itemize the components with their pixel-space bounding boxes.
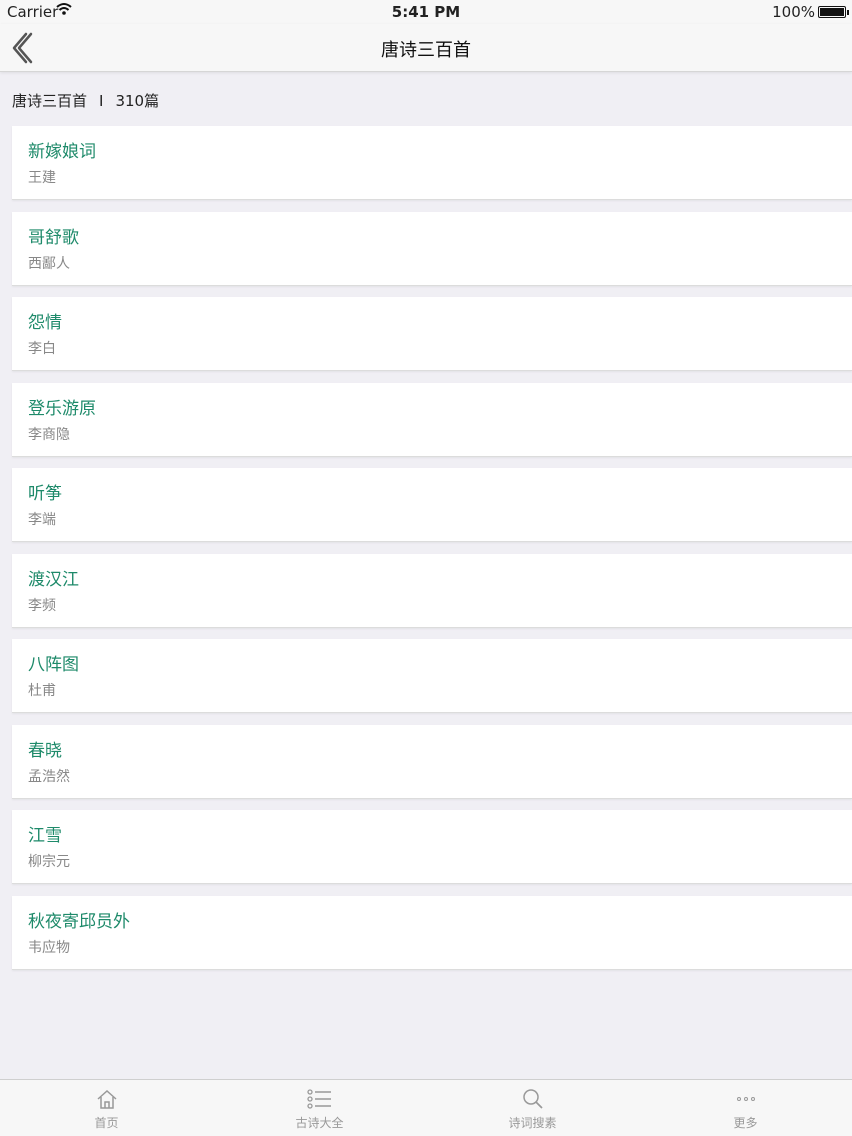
poem-card[interactable]: 江雪 柳宗元 [12,810,852,884]
poem-author: 柳宗元 [28,854,70,870]
poem-title: 春晓 [28,740,62,761]
tab-label-search: 诗词搜素 [508,1116,557,1130]
search-icon [426,1088,639,1110]
poem-card[interactable]: 听筝 李端 [12,468,852,542]
poem-title: 八阵图 [28,655,79,675]
poem-author: 李白 [28,341,56,357]
tab-label-more: 更多 [733,1116,758,1130]
tab-more[interactable]: 更多 [639,1080,852,1136]
poem-list: 新嫁娘词王建哥舒歌西鄙人怨情李白登乐游原李商隐听筝李端渡汉江李频八阵图杜甫春晓孟… [12,126,852,981]
poem-author: 李端 [28,512,56,528]
list-icon [213,1088,426,1110]
poem-author: 李频 [28,597,56,614]
clock: 5:41 PM [391,3,461,21]
poem-title: 登乐游原 [28,398,96,419]
poem-title: 哥舒歌 [28,227,79,248]
poem-author: 孟浩然 [28,768,70,785]
poem-title: 听筝 [28,484,62,504]
collection-header: 唐诗三百首 I 310篇 [12,90,159,111]
poem-title: 怨情 [28,313,62,333]
status-bar: Carrier 5:41 PM 100% [0,0,852,24]
battery-percent: 100% [772,3,815,21]
poem-author: 西鄙人 [28,255,70,272]
poem-card[interactable]: 怨情 李白 [12,297,852,371]
poem-card[interactable]: 八阵图 杜甫 [12,639,852,713]
collection-name: 唐诗三百首 [12,92,88,110]
tab-home[interactable]: 首页 [0,1080,213,1136]
poem-author: 韦应物 [28,939,70,956]
poem-count: 310篇 [115,92,160,110]
tab-bar: 首页 古诗大全 诗词搜素 更多 [0,1079,852,1136]
poem-card[interactable]: 渡汉江 李频 [12,553,852,628]
battery-icon [818,6,849,18]
tab-label-poem-list: 古诗大全 [295,1116,344,1130]
poem-title: 江雪 [28,826,62,846]
poem-title: 渡汉江 [28,569,79,590]
poem-title: 新嫁娘词 [28,142,96,162]
poem-card[interactable]: 秋夜寄邱员外 韦应物 [12,895,852,970]
poem-card[interactable]: 登乐游原 李商隐 [12,382,852,457]
poem-author: 李商隐 [28,426,70,443]
page-title: 唐诗三百首 [381,40,471,61]
tab-label-home: 首页 [94,1116,119,1130]
poem-title: 秋夜寄邱员外 [28,911,130,932]
poem-author: 杜甫 [28,683,56,699]
poem-card[interactable]: 哥舒歌 西鄙人 [12,211,852,286]
tab-search[interactable]: 诗词搜素 [426,1080,639,1136]
header-separator: I [99,92,104,110]
more-icon [639,1088,852,1110]
poem-card[interactable]: 春晓 孟浩然 [12,724,852,799]
home-icon [0,1088,213,1110]
tab-poem-list[interactable]: 古诗大全 [213,1080,426,1136]
poem-author: 王建 [28,170,56,186]
navigation-bar: 唐诗三百首 [0,24,852,72]
poem-card[interactable]: 新嫁娘词 王建 [12,126,852,200]
